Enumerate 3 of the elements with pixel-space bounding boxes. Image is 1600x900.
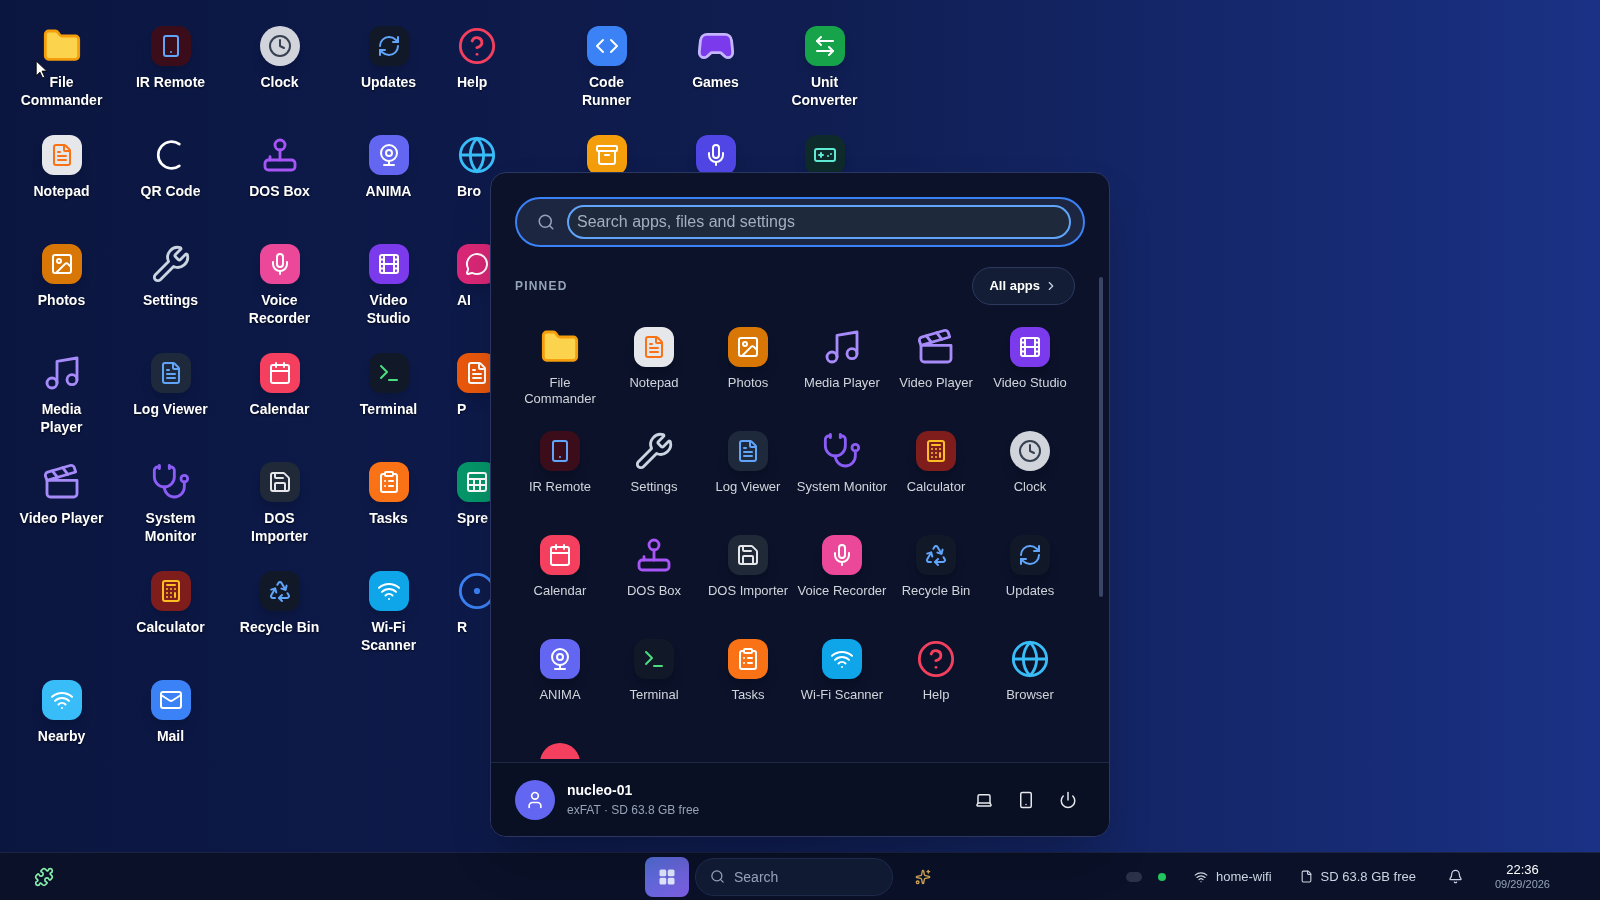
user-name: nucleo-01 bbox=[567, 781, 634, 800]
storage-detail: exFAT · SD 63.8 GB free bbox=[567, 802, 701, 819]
section-title: PINNED bbox=[515, 277, 568, 295]
